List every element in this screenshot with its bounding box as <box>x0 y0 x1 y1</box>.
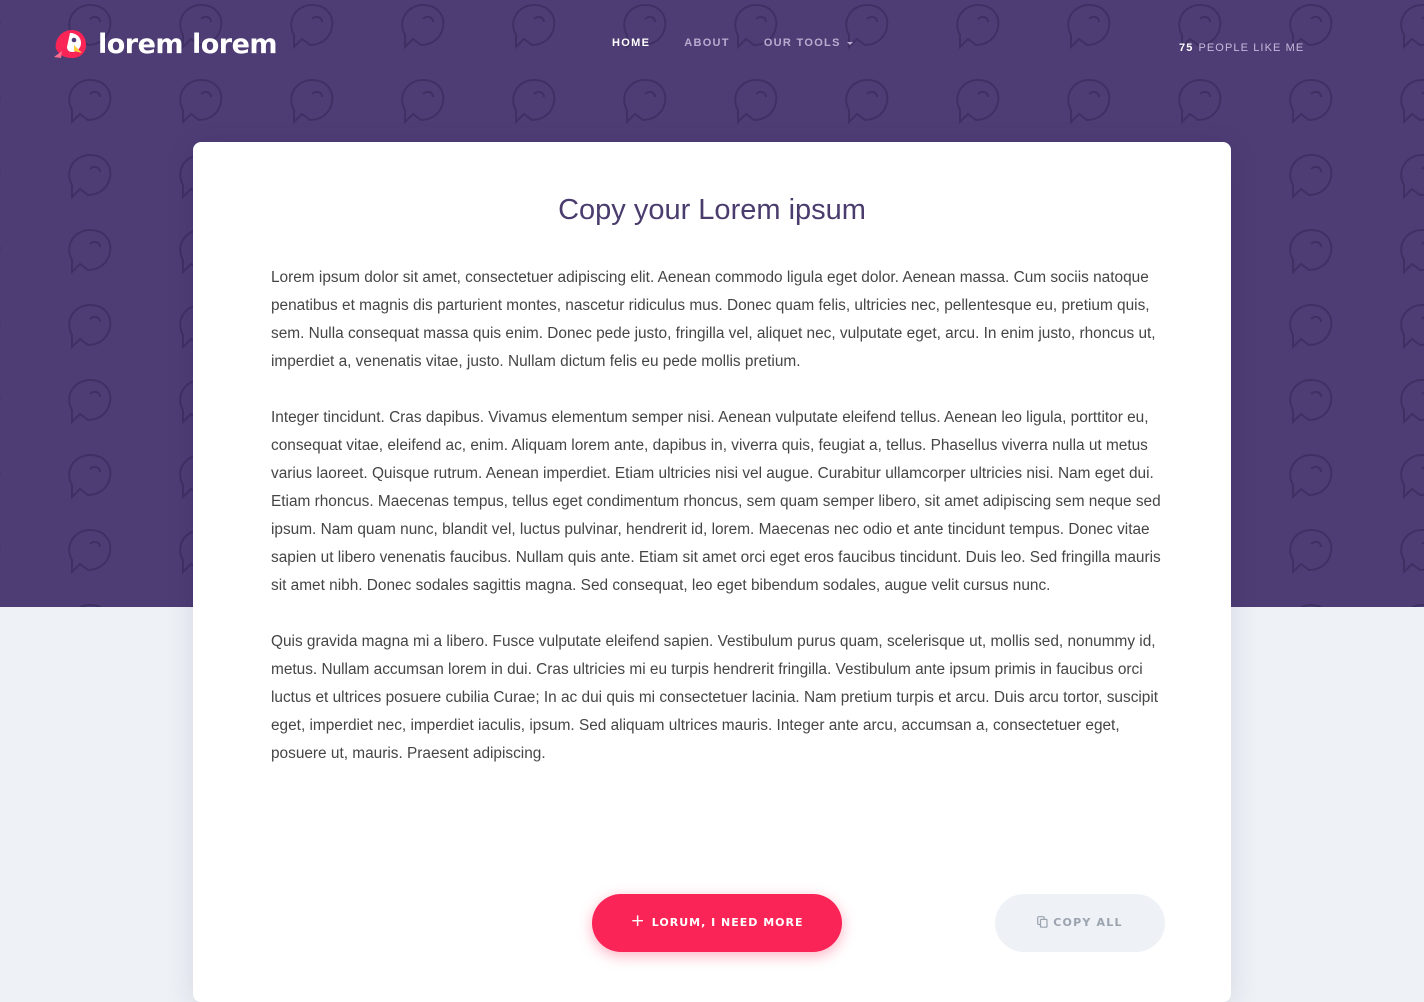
brand-logo[interactable]: lorem lorem <box>52 27 278 61</box>
likes-count: 75 <box>1179 42 1194 54</box>
parrot-outline-icon <box>1289 3 1333 50</box>
parrot-outline-icon <box>290 78 334 125</box>
need-more-button[interactable]: + LORUM, I NEED MORE <box>592 894 842 952</box>
parrot-outline-icon <box>1400 528 1424 575</box>
brand-name: lorem lorem <box>98 28 278 60</box>
parrot-outline-icon <box>1289 378 1333 425</box>
parrot-outline-icon <box>68 303 112 350</box>
nav-item-label: ABOUT <box>684 37 730 49</box>
parrot-outline-icon <box>1289 228 1333 275</box>
parrot-outline-icon <box>1400 78 1424 125</box>
parrot-outline-icon <box>734 78 778 125</box>
parrot-outline-icon <box>1299 603 1323 607</box>
copy-all-button[interactable]: COPY ALL <box>995 894 1165 952</box>
parrot-outline-icon <box>1400 228 1424 275</box>
lorem-paragraph: Lorem ipsum dolor sit amet, consectetuer… <box>271 269 1156 370</box>
parrot-outline-icon <box>956 3 1000 50</box>
parrot-outline-icon <box>68 378 112 425</box>
parrot-outline-icon <box>401 3 445 50</box>
parrot-outline-icon <box>1400 153 1424 200</box>
main-navigation: HOME ABOUT OUR TOOLS <box>612 37 853 49</box>
likes-label: PEOPLE LIKE ME <box>1198 42 1305 54</box>
parrot-outline-icon <box>78 603 102 607</box>
parrot-outline-icon <box>1289 453 1333 500</box>
lorem-paragraph: Quis gravida magna mi a libero. Fusce vu… <box>271 633 1159 762</box>
nav-item-label: OUR TOOLS <box>763 37 841 49</box>
parrot-outline-icon <box>1178 3 1222 50</box>
lorem-text: Lorem ipsum dolor sit amet, consectetuer… <box>271 264 1161 796</box>
lorem-card: Copy your Lorem ipsum Lorem ipsum dolor … <box>193 142 1231 1002</box>
parrot-outline-icon <box>1400 453 1424 500</box>
chevron-down-icon <box>846 42 853 45</box>
parrot-outline-icon <box>68 528 112 575</box>
parrot-outline-icon <box>68 78 112 125</box>
parrot-outline-icon <box>1289 528 1333 575</box>
plus-icon: + <box>630 911 646 931</box>
parrot-outline-icon <box>68 228 112 275</box>
page-title: Copy your Lorem ipsum <box>558 194 866 226</box>
nav-item-our-tools[interactable]: OUR TOOLS <box>764 37 853 49</box>
parrot-outline-icon <box>1289 303 1333 350</box>
parrot-outline-icon <box>1400 3 1424 50</box>
parrot-outline-icon <box>401 78 445 125</box>
lorem-paragraph: Integer tincidunt. Cras dapibus. Vivamus… <box>271 409 1161 594</box>
parrot-outline-icon <box>290 3 334 50</box>
nav-item-about[interactable]: ABOUT <box>684 37 730 49</box>
parrot-outline-icon <box>1400 303 1424 350</box>
parrot-outline-icon <box>1178 78 1222 125</box>
parrot-outline-icon <box>845 78 889 125</box>
parrot-outline-icon <box>68 153 112 200</box>
parrot-outline-icon <box>956 78 1000 125</box>
need-more-label: LORUM, I NEED MORE <box>651 916 804 929</box>
parrot-outline-icon <box>179 78 223 125</box>
parrot-outline-icon <box>68 453 112 500</box>
parrot-outline-icon <box>1289 153 1333 200</box>
parrot-outline-icon <box>1067 78 1111 125</box>
parrot-outline-icon <box>512 3 556 50</box>
parrot-outline-icon <box>512 78 556 125</box>
parrot-outline-icon <box>623 78 667 125</box>
parrot-outline-icon <box>1067 3 1111 50</box>
parrot-outline-icon <box>1400 378 1424 425</box>
parrot-logo-icon <box>54 30 86 58</box>
nav-item-label: HOME <box>612 37 651 49</box>
parrot-outline-icon <box>1410 603 1424 607</box>
copy-all-label: COPY ALL <box>1053 916 1123 929</box>
copy-icon <box>1037 916 1048 928</box>
nav-item-home[interactable]: HOME <box>612 37 650 49</box>
parrot-outline-icon <box>1289 78 1333 125</box>
likes-counter[interactable]: 75 PEOPLE LIKE ME <box>1179 42 1304 54</box>
